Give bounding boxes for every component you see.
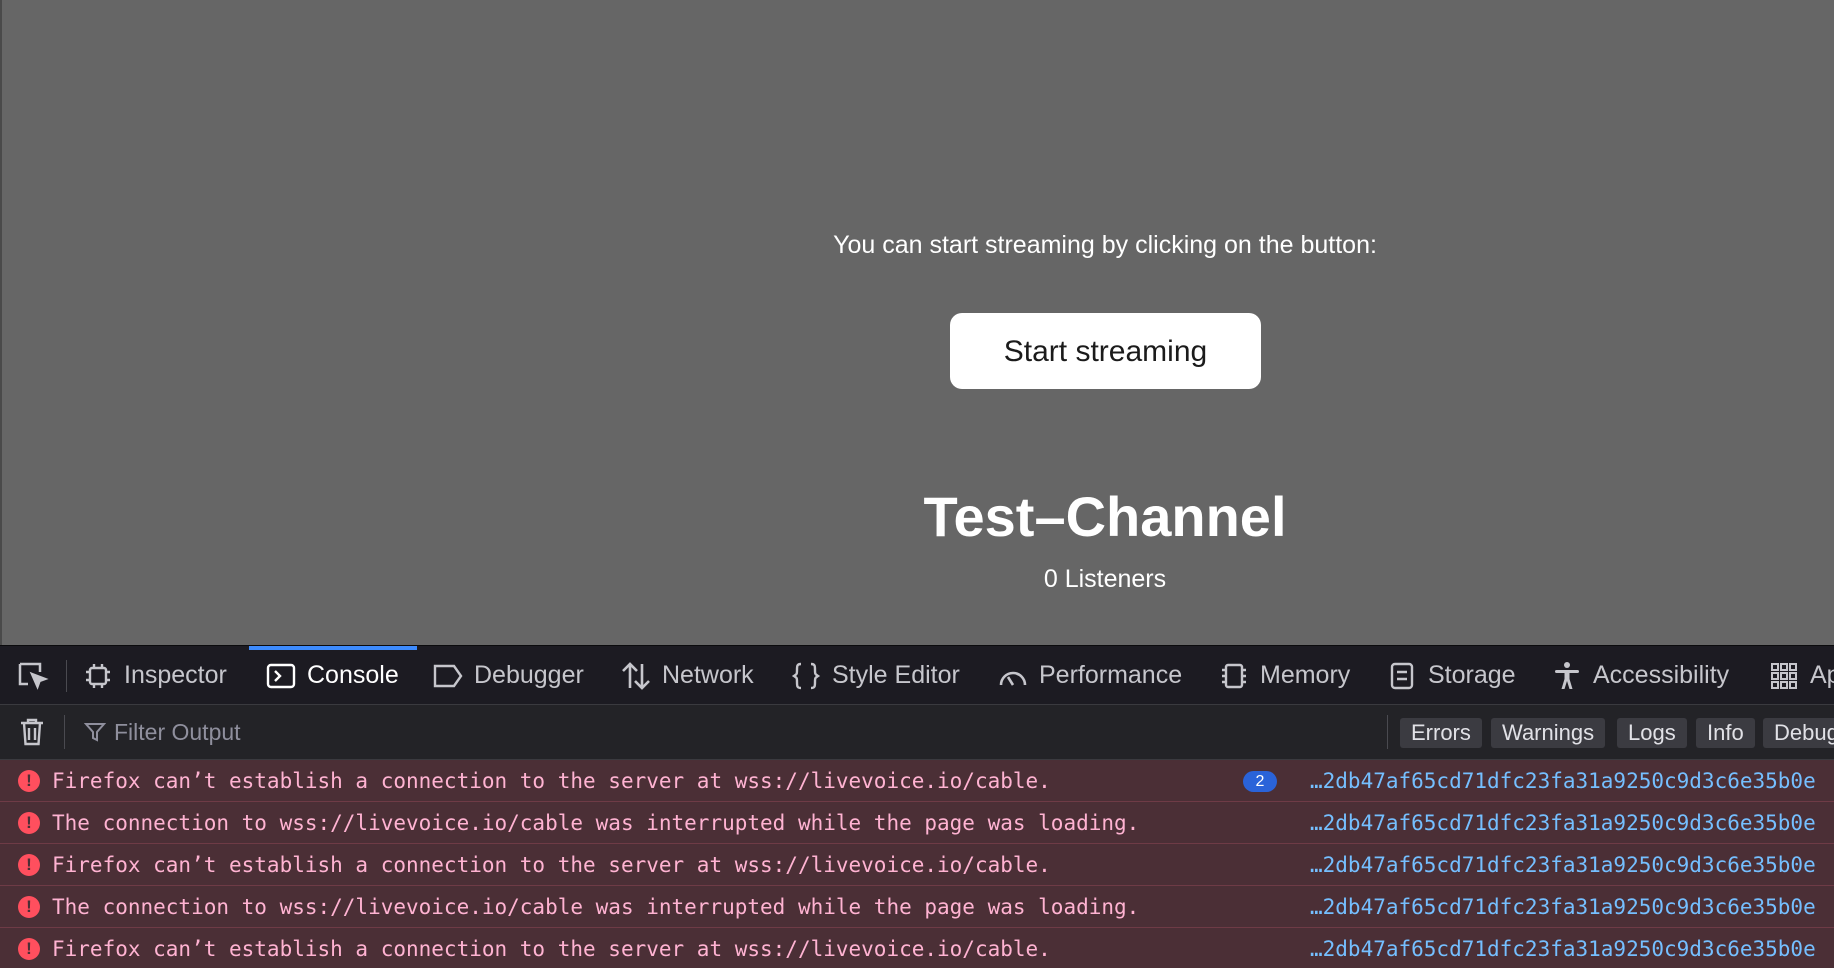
page-viewport: You can start streaming by clicking on t…	[0, 0, 1834, 645]
console-error-row[interactable]: ! Firefox can’t establish a connection t…	[0, 844, 1834, 886]
storage-icon	[1386, 660, 1418, 692]
tab-label: Debugger	[474, 661, 584, 689]
tab-debugger[interactable]: Debugger	[432, 646, 584, 705]
console-messages: ! Firefox can’t establish a connection t…	[0, 760, 1834, 968]
source-link[interactable]: …2db47af65cd71dfc23fa31a9250c9d3c6e35b0e	[1310, 802, 1816, 844]
accessibility-icon	[1551, 660, 1583, 692]
channel-title: Test–Channel	[923, 485, 1287, 548]
filter-placeholder: Filter Output	[114, 718, 241, 745]
start-streaming-button[interactable]: Start streaming	[950, 313, 1261, 389]
debugger-icon	[432, 660, 464, 692]
filter-icon	[84, 721, 106, 743]
error-icon: !	[18, 938, 40, 960]
element-picker-icon[interactable]	[10, 660, 56, 692]
toolbar-separator	[64, 715, 65, 749]
tab-storage[interactable]: Storage	[1386, 646, 1516, 705]
filter-warnings-button[interactable]: Warnings	[1491, 718, 1606, 748]
error-message: Firefox can’t establish a connection to …	[52, 769, 1051, 793]
console-icon	[265, 660, 297, 692]
error-icon: !	[18, 854, 40, 876]
tab-label: Ap	[1810, 661, 1834, 689]
devtools-panel: Inspector Console Debugger Network Style…	[0, 645, 1834, 968]
style-editor-icon	[790, 660, 822, 692]
network-icon	[620, 660, 652, 692]
source-link[interactable]: …2db47af65cd71dfc23fa31a9250c9d3c6e35b0e	[1310, 844, 1816, 886]
tab-style-editor[interactable]: Style Editor	[790, 646, 960, 705]
console-error-row[interactable]: ! Firefox can’t establish a connection t…	[0, 928, 1834, 968]
error-message: The connection to wss://livevoice.io/cab…	[52, 895, 1140, 919]
memory-icon	[1218, 660, 1250, 692]
filter-debug-button[interactable]: Debug	[1763, 718, 1834, 748]
tab-inspector[interactable]: Inspector	[82, 646, 227, 705]
clear-console-trash-icon[interactable]	[16, 716, 48, 748]
console-error-row[interactable]: ! The connection to wss://livevoice.io/c…	[0, 802, 1834, 844]
filter-output-input[interactable]: Filter Output	[84, 715, 241, 749]
tab-label: Style Editor	[832, 661, 960, 689]
tab-separator	[66, 660, 67, 692]
tab-label: Performance	[1039, 661, 1183, 689]
tab-performance[interactable]: Performance	[997, 646, 1182, 705]
tab-accessibility[interactable]: Accessibility	[1551, 646, 1729, 705]
tab-label: Storage	[1428, 661, 1516, 689]
performance-icon	[997, 660, 1029, 692]
console-error-row[interactable]: ! The connection to wss://livevoice.io/c…	[0, 886, 1834, 928]
source-link[interactable]: …2db47af65cd71dfc23fa31a9250c9d3c6e35b0e	[1310, 886, 1816, 928]
error-icon: !	[18, 896, 40, 918]
source-link[interactable]: …2db47af65cd71dfc23fa31a9250c9d3c6e35b0e	[1310, 760, 1816, 802]
error-icon: !	[18, 812, 40, 834]
tab-label: Memory	[1260, 661, 1351, 689]
error-icon: !	[18, 770, 40, 792]
tab-label: Accessibility	[1593, 661, 1730, 689]
devtools-tabbar: Inspector Console Debugger Network Style…	[0, 645, 1834, 705]
application-icon	[1768, 660, 1800, 692]
repeat-count-badge: 2	[1243, 771, 1277, 792]
tab-label: Inspector	[124, 661, 227, 689]
tab-network[interactable]: Network	[620, 646, 754, 705]
error-message: Firefox can’t establish a connection to …	[52, 937, 1051, 961]
filter-info-button[interactable]: Info	[1696, 718, 1755, 748]
tab-application[interactable]: Ap	[1768, 646, 1834, 705]
console-toolbar: Filter Output Errors Warnings Logs Info …	[0, 705, 1834, 760]
inspector-icon	[82, 660, 114, 692]
tab-console[interactable]: Console	[249, 646, 417, 705]
console-error-row[interactable]: ! Firefox can’t establish a connection t…	[0, 760, 1834, 802]
tab-label: Network	[662, 661, 754, 689]
filter-logs-button[interactable]: Logs	[1617, 718, 1687, 748]
listeners-count: 0 Listeners	[1043, 565, 1167, 593]
filter-errors-button[interactable]: Errors	[1400, 718, 1482, 748]
stream-instruction: You can start streaming by clicking on t…	[833, 231, 1377, 259]
tab-memory[interactable]: Memory	[1218, 646, 1350, 705]
tab-label: Console	[307, 661, 399, 689]
toolbar-separator	[1387, 715, 1388, 749]
error-message: The connection to wss://livevoice.io/cab…	[52, 811, 1140, 835]
source-link[interactable]: …2db47af65cd71dfc23fa31a9250c9d3c6e35b0e	[1310, 928, 1816, 968]
error-message: Firefox can’t establish a connection to …	[52, 853, 1051, 877]
